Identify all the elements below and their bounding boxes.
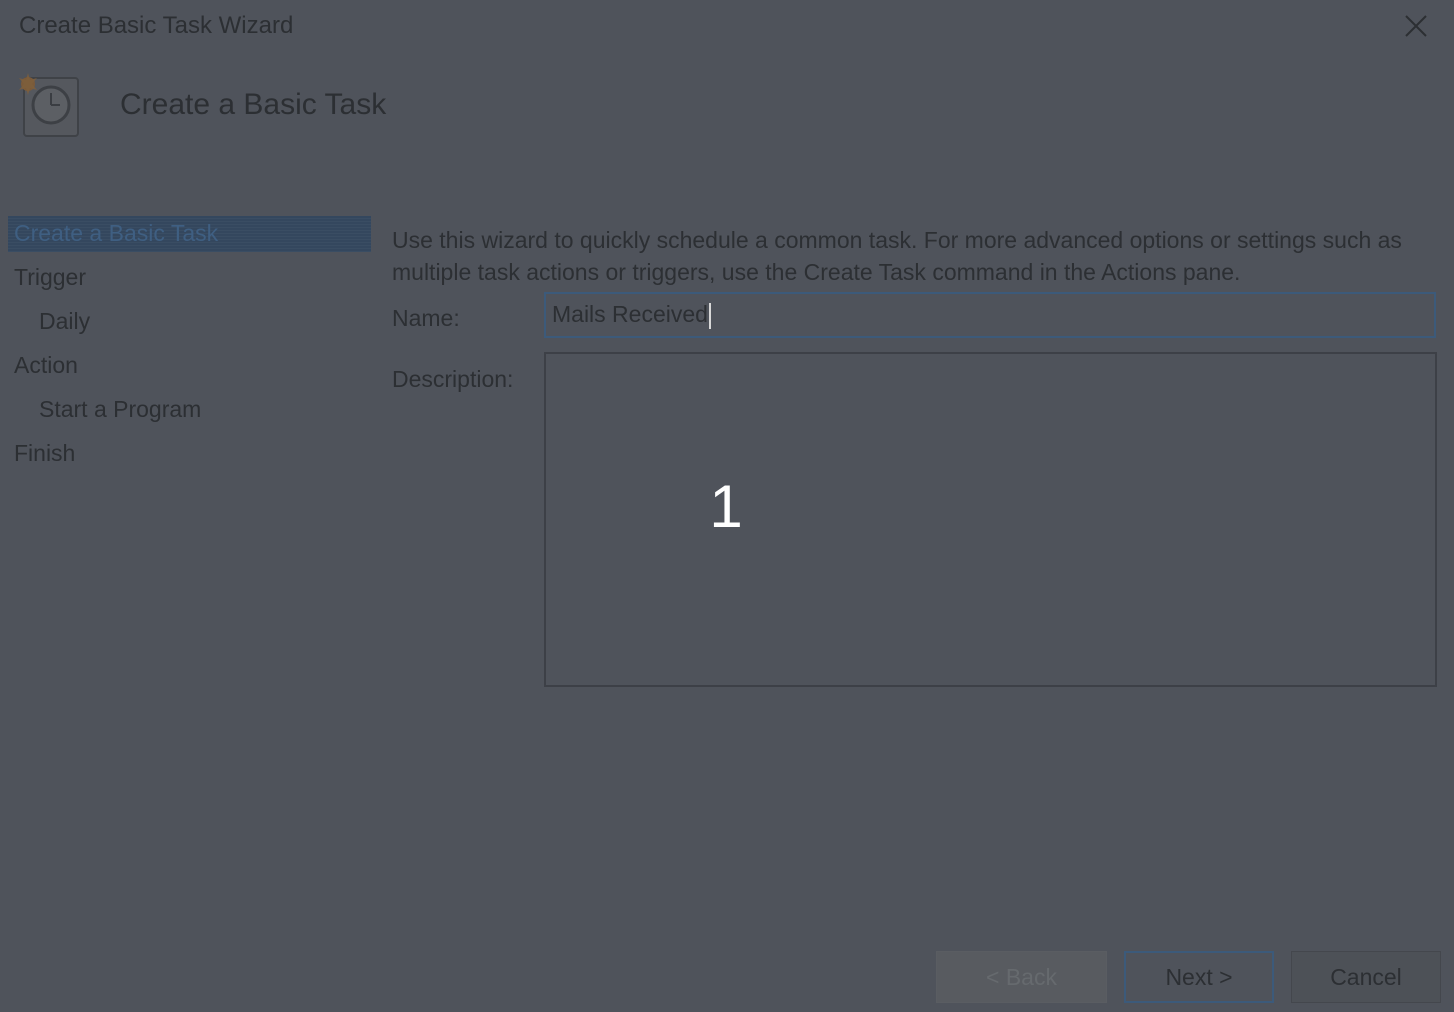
step-action[interactable]: Action	[8, 348, 371, 392]
step-start-a-program[interactable]: Start a Program	[8, 392, 371, 436]
wizard-window: Create Basic Task Wizard Create a Basic …	[0, 0, 1454, 1012]
step-finish[interactable]: Finish	[8, 436, 371, 480]
step-trigger[interactable]: Trigger	[8, 260, 371, 304]
description-label: Description:	[392, 366, 514, 392]
window-title: Create Basic Task Wizard	[19, 12, 294, 39]
name-label: Name:	[392, 305, 460, 331]
page-title: Create a Basic Task	[120, 88, 387, 121]
close-button[interactable]	[1398, 8, 1434, 44]
close-icon	[1405, 15, 1427, 37]
step-number-overlay: 1	[709, 473, 743, 540]
name-input[interactable]: Mails Received	[544, 292, 1436, 338]
cancel-button[interactable]: Cancel	[1291, 951, 1441, 1003]
title-bar: Create Basic Task Wizard	[0, 0, 1454, 56]
name-input-value: Mails Received	[552, 301, 708, 327]
step-create-basic-task[interactable]: Create a Basic Task	[8, 216, 371, 252]
task-scheduler-clock-icon	[19, 73, 79, 137]
description-textarea[interactable]	[544, 352, 1437, 687]
text-caret	[708, 302, 711, 329]
back-button[interactable]: < Back	[936, 951, 1107, 1003]
step-daily[interactable]: Daily	[8, 304, 371, 348]
wizard-intro-text: Use this wizard to quickly schedule a co…	[392, 227, 1402, 285]
wizard-steps-list: Create a Basic Task Trigger Daily Action…	[8, 216, 371, 480]
next-button[interactable]: Next >	[1124, 951, 1274, 1003]
